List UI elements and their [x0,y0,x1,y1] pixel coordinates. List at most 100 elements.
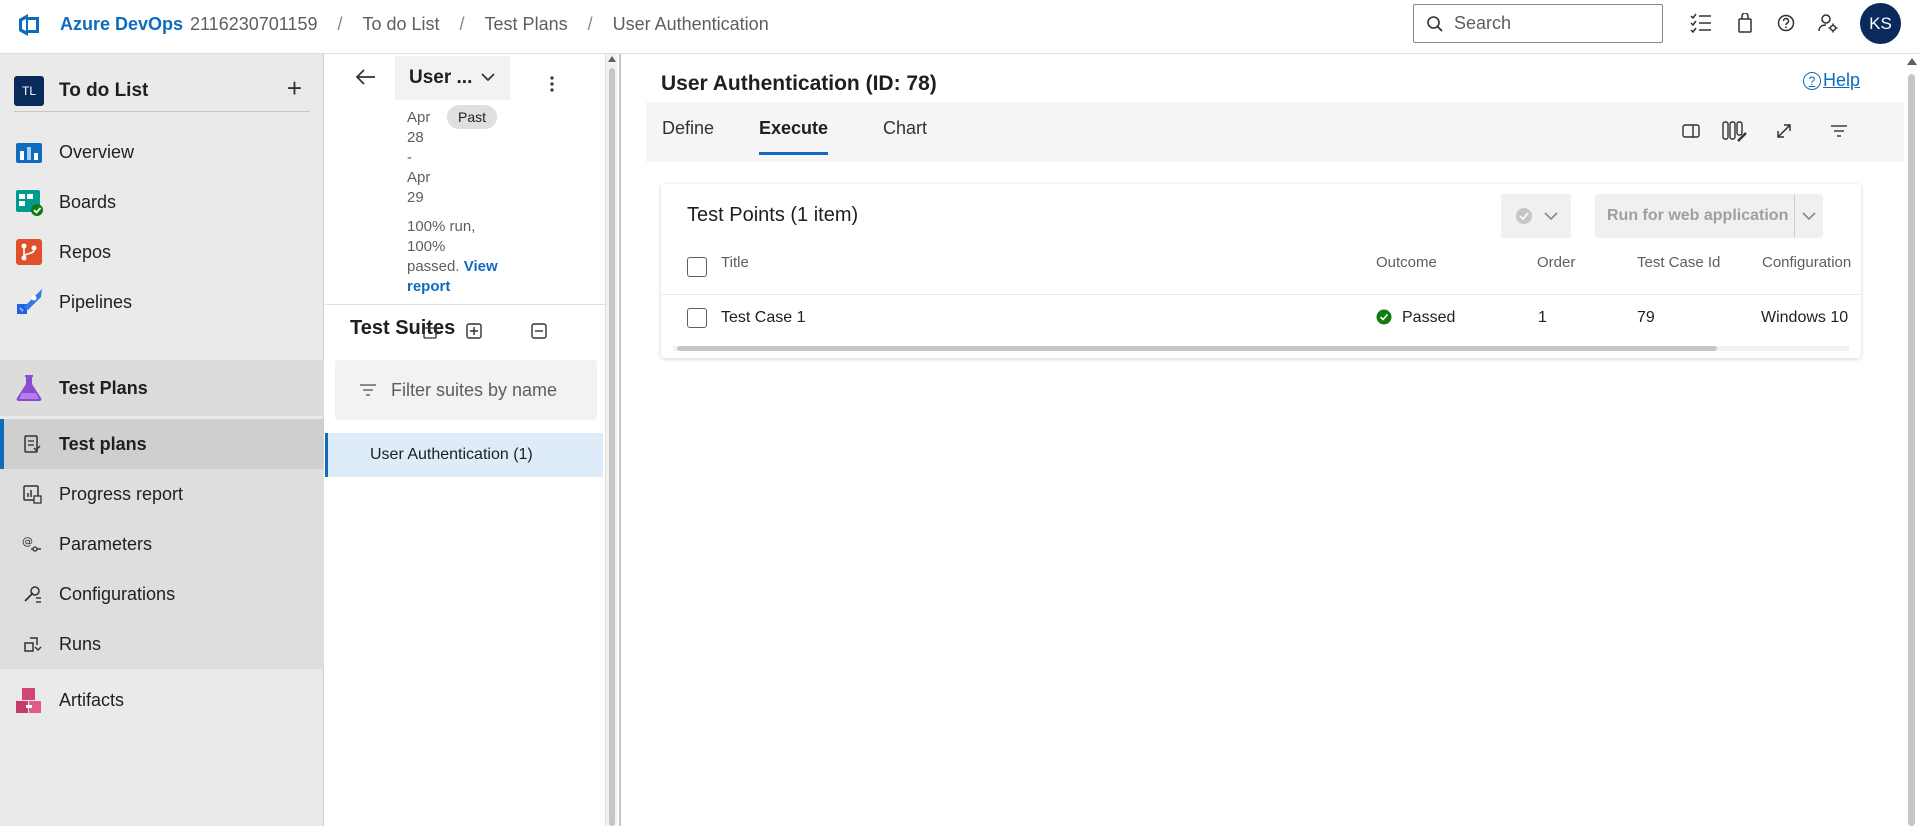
breadcrumb: 2116230701159 / To do List / Test Plans … [190,14,769,35]
scrollbar-thumb[interactable] [677,346,1717,351]
svg-text:@: @ [22,535,33,548]
sidebar-item-label: Progress report [59,483,184,504]
breadcrumb-separator: / [459,14,465,34]
cell-configuration: Windows 10 [1761,309,1849,326]
test-plans-subnav: Test plans Progress report @ Parameters … [0,419,324,669]
column-header-outcome[interactable]: Outcome [1376,254,1437,271]
pipelines-icon [17,289,42,314]
filter-suites-input[interactable] [391,379,591,401]
tab-define[interactable]: Define [662,118,714,139]
date-part: - [407,149,412,166]
date-part: 29 [407,189,424,206]
scroll-up-icon[interactable] [1907,58,1917,65]
column-header-order[interactable]: Order [1537,254,1575,271]
nav-item-test-plans[interactable]: Test Plans [0,360,324,416]
chevron-down-icon [481,73,495,82]
azure-devops-logo-icon[interactable] [16,11,44,39]
configurations-icon [24,586,41,603]
nav-item-pipelines[interactable]: Pipelines [0,277,324,327]
date-part: Apr [407,109,431,126]
column-header-title[interactable]: Title [721,254,749,271]
tab-chart[interactable]: Chart [883,118,927,139]
nav-item-repos[interactable]: Repos [0,227,324,277]
mark-outcome-button[interactable] [1501,194,1571,238]
main-scrollbar[interactable] [1904,54,1919,826]
brand-name[interactable]: Azure DevOps [60,14,183,35]
sidebar-item-test-plans[interactable]: Test plans [0,419,324,469]
left-navigation: TL To do List + Overview Boards Repos Pi… [0,54,324,826]
check-circle-icon [1515,208,1532,224]
breadcrumb-current[interactable]: User Authentication [613,14,769,35]
column-header-test-case-id[interactable]: Test Case Id [1637,254,1720,271]
shopping-bag-icon[interactable] [1733,11,1757,35]
chevron-down-icon [1543,211,1558,220]
select-all-checkbox[interactable] [687,257,707,277]
scroll-up-icon[interactable] [608,56,616,62]
panel-scrollbar[interactable] [605,54,617,826]
expand-icon[interactable] [1771,118,1797,144]
cell-title[interactable]: Test Case 1 [721,309,805,327]
search-icon [1427,15,1443,32]
user-settings-icon[interactable] [1816,11,1840,35]
page-title: User Authentication (ID: 78) [661,72,937,95]
runs-icon [24,637,42,652]
tab-execute[interactable]: Execute [759,118,829,155]
breadcrumb-project[interactable]: To do List [362,14,439,35]
collapse-all-icon[interactable] [530,322,548,340]
task-list-icon[interactable] [1689,11,1713,35]
filter-suites[interactable] [335,360,597,420]
help-icon[interactable] [1774,11,1798,35]
nav-item-overview[interactable]: Overview [0,127,324,177]
test-plans-icon [16,375,42,401]
help-link[interactable]: ? Help [1803,70,1860,91]
search-input[interactable] [1454,13,1654,34]
tab-bar: Define Execute Chart [646,102,1904,162]
repos-icon [16,239,42,265]
scrollbar-thumb[interactable] [1908,74,1915,826]
side-pane-icon[interactable] [1678,118,1704,144]
scrollbar-thumb[interactable] [609,68,615,826]
expand-all-icon[interactable] [465,322,483,340]
main-content: User Authentication (ID: 78) ? Help Defin… [621,54,1904,826]
nav-item-artifacts[interactable]: Artifacts [0,675,324,725]
cell-outcome: Passed [1402,309,1456,326]
test-plan-name: User ... [409,67,473,88]
project-header[interactable]: TL To do List + [14,70,310,112]
run-for-web-button[interactable]: Run for web application [1595,194,1823,238]
sidebar-item-configurations[interactable]: Configurations [0,569,324,619]
overview-icon [16,143,42,163]
column-header-configuration[interactable]: Configuration [1762,254,1851,271]
boards-icon [16,190,43,216]
passed-icon [1376,309,1392,325]
back-arrow-icon[interactable] [355,66,377,88]
filter-icon[interactable] [1826,118,1852,144]
project-badge: TL [14,75,44,106]
sidebar-item-runs[interactable]: Runs [0,619,324,669]
top-bar: Azure DevOps 2116230701159 / To do List … [0,0,1919,54]
test-plan-panel: User ... Apr 28 - Apr 29 Past 100% run, … [325,54,617,826]
view-report-link[interactable]: View [464,258,498,275]
search-box[interactable] [1413,4,1663,43]
test-plan-selector[interactable]: User ... [395,56,510,100]
column-options-icon[interactable] [1722,118,1748,144]
suite-tree-item[interactable]: User Authentication (1) [325,433,603,477]
nav-item-boards[interactable]: Boards [0,177,324,227]
sidebar-item-progress-report[interactable]: Progress report [0,469,324,519]
horizontal-scrollbar[interactable] [665,344,1857,352]
add-icon[interactable]: + [287,75,302,101]
run-button-label: Run for web application [1595,194,1795,238]
new-suite-icon[interactable] [422,324,440,342]
sidebar-item-parameters[interactable]: @ Parameters [0,519,324,569]
row-checkbox[interactable] [687,308,707,328]
row-divider [661,294,1861,295]
sidebar-item-label: Test plans [59,433,147,454]
run-options-dropdown[interactable] [1795,211,1823,221]
view-report-link-cont[interactable]: report [407,278,450,295]
nav-label: Test Plans [59,377,148,398]
avatar[interactable]: KS [1860,3,1901,44]
breadcrumb-org[interactable]: 2116230701159 [190,14,317,35]
breadcrumb-test-plans[interactable]: Test Plans [485,14,568,35]
project-name: To do List [59,79,149,101]
artifacts-icon [16,688,41,713]
more-options-icon[interactable] [547,74,557,94]
